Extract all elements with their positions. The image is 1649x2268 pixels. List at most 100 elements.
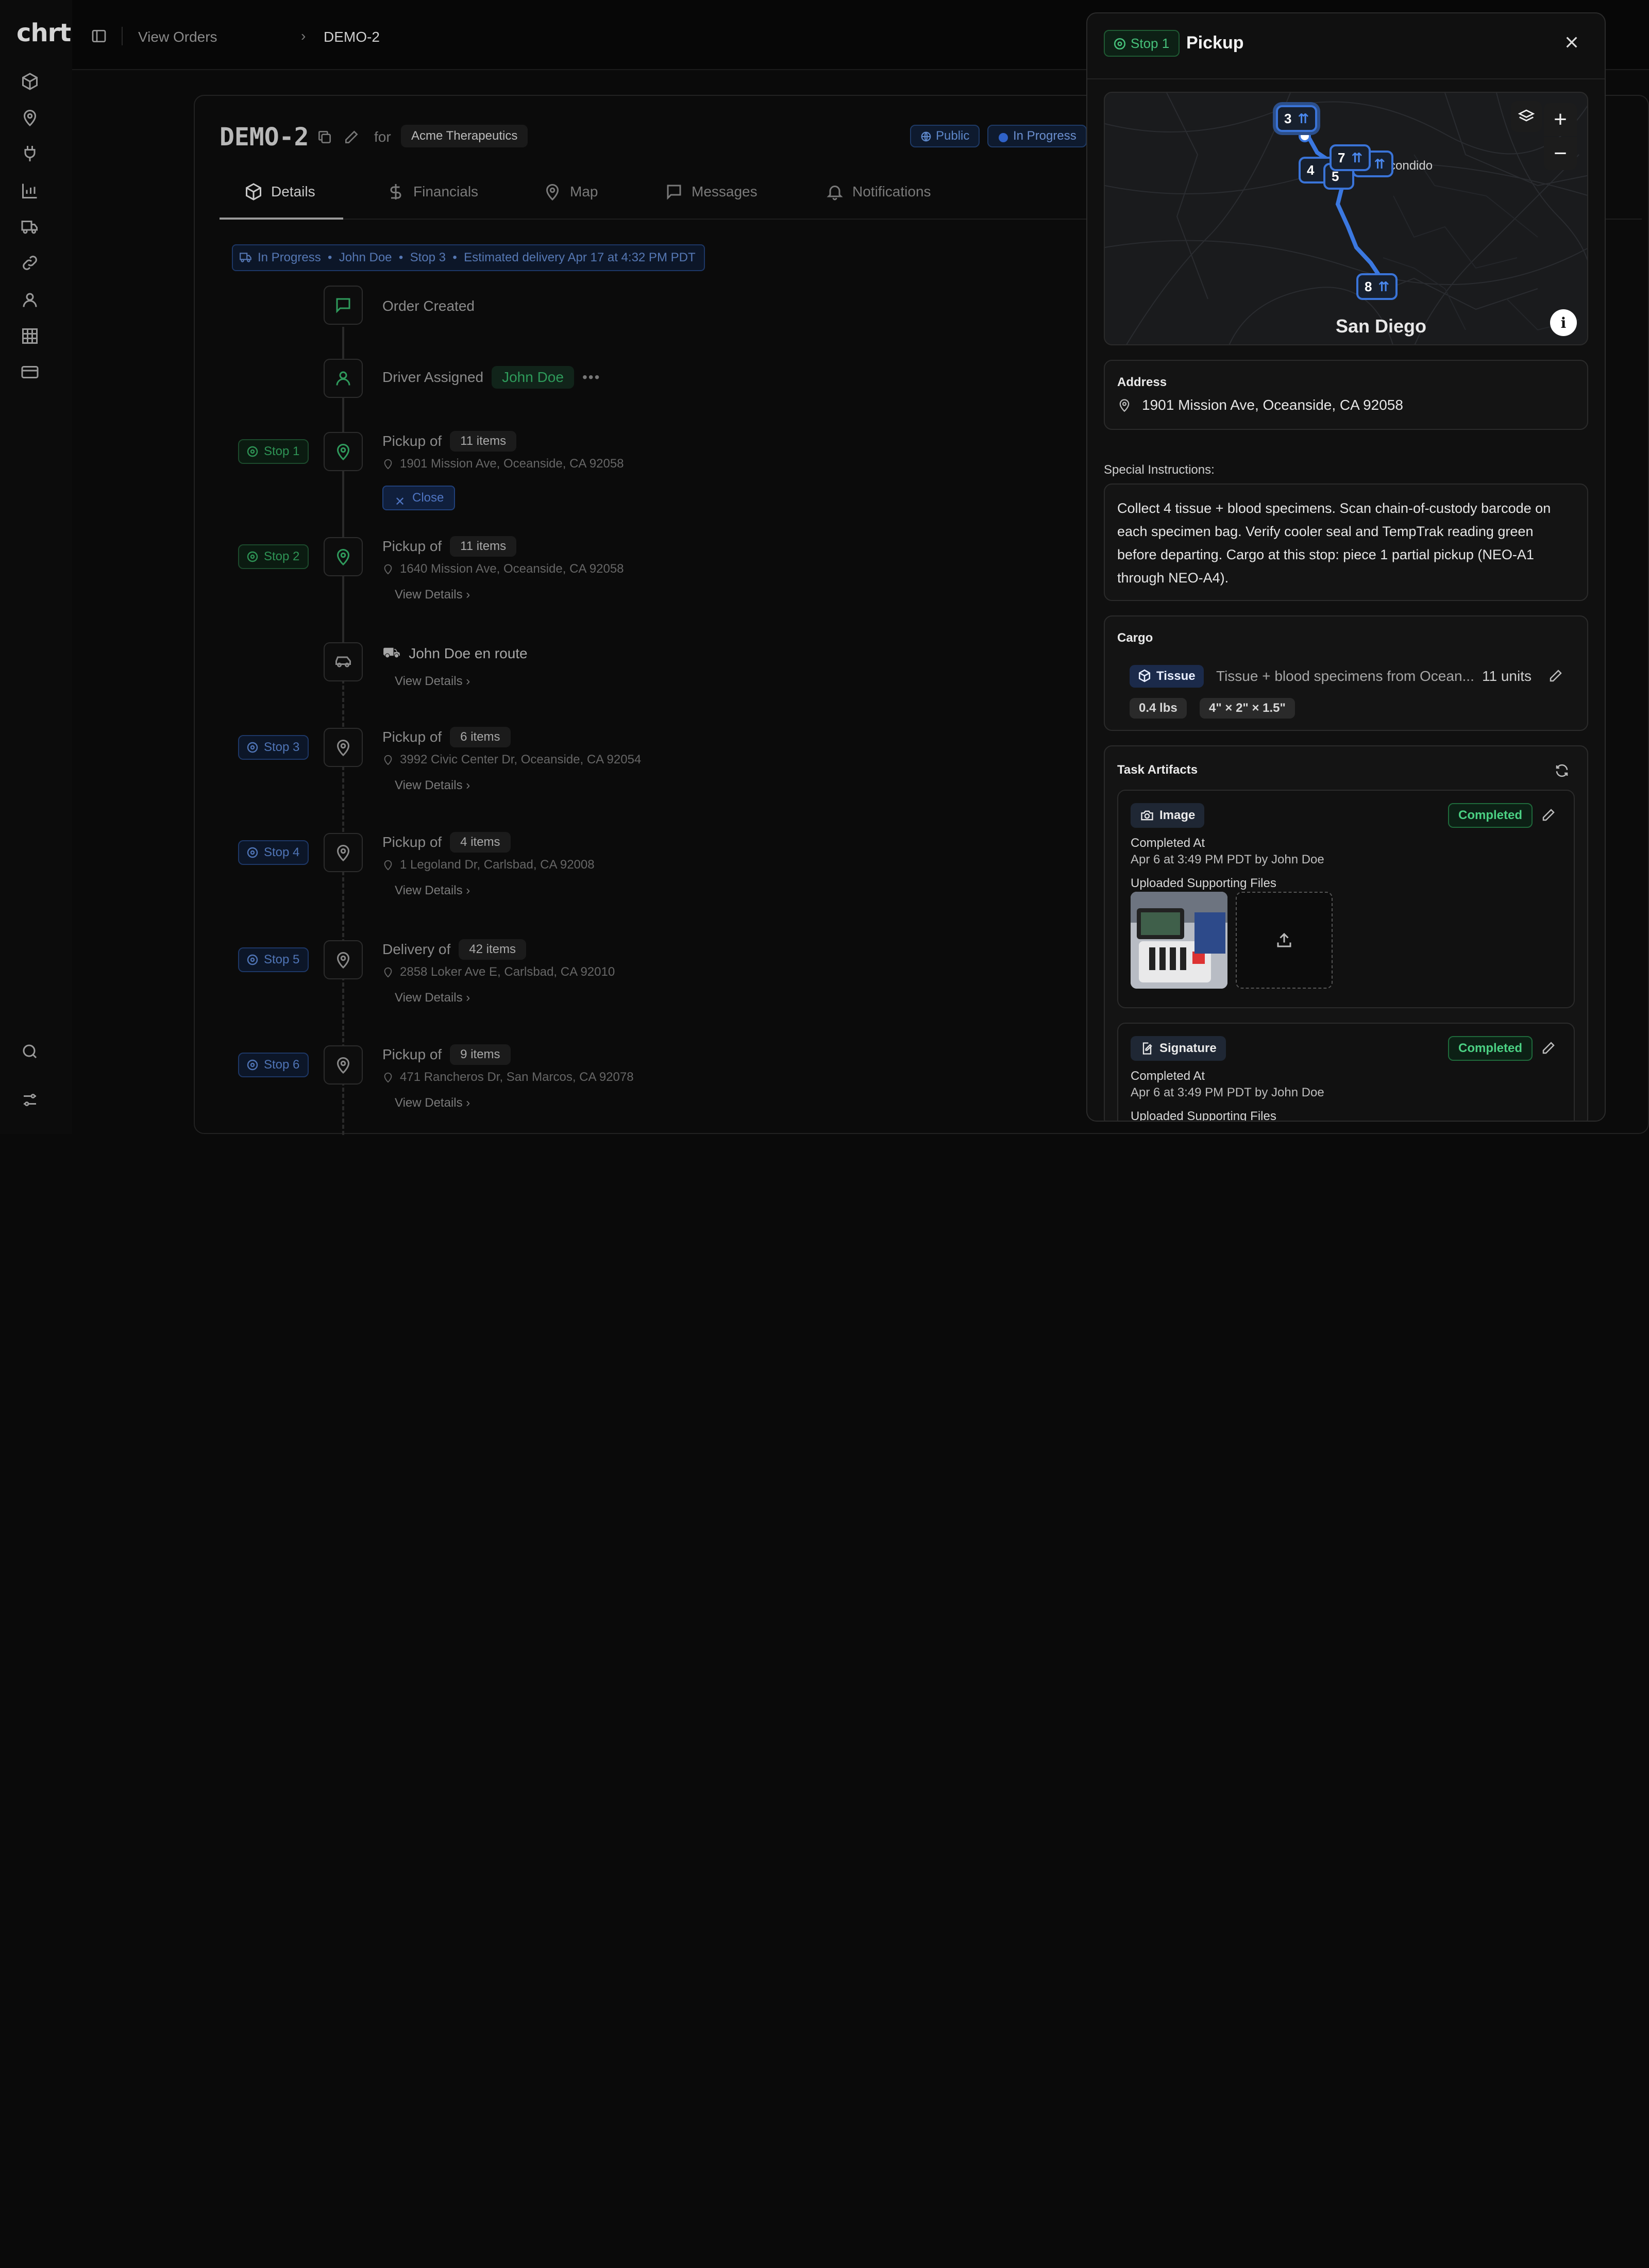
chevron-right-icon: › (466, 1096, 470, 1110)
items-count-badge[interactable]: 4 items (450, 832, 511, 853)
tab-messages[interactable]: Messages (665, 182, 758, 201)
pin-icon (384, 967, 392, 978)
items-count-badge[interactable]: 42 items (459, 939, 526, 960)
view-details-link[interactable]: View Details › (395, 883, 470, 898)
address-value: 1901 Mission Ave, Oceanside, CA 92058 (1117, 397, 1403, 413)
view-details-label: View Details (395, 991, 463, 1005)
edit-pencil-icon[interactable] (1541, 1040, 1556, 1056)
dollar-icon (390, 184, 401, 199)
truck-icon[interactable] (21, 218, 45, 242)
artifact-type-badge: Image (1131, 803, 1205, 828)
location-icon (1119, 399, 1130, 412)
stop-label: Stop 6 (264, 1058, 300, 1072)
pin-icon (384, 860, 392, 871)
close-icon: ✕ (395, 495, 406, 509)
user-icon[interactable] (21, 291, 45, 315)
plug-icon[interactable] (21, 144, 45, 169)
target-icon (247, 742, 258, 753)
stop-action: Pickup of (382, 433, 442, 449)
marker-number: 4 (1307, 162, 1315, 178)
target-icon (247, 954, 258, 965)
tab-financials[interactable]: Financials (386, 182, 478, 201)
zoom-in-icon[interactable]: + (1544, 103, 1577, 136)
location-icon (336, 952, 350, 969)
upload-file-button[interactable] (1236, 892, 1333, 989)
company-badge[interactable]: Acme Therapeutics (401, 125, 528, 147)
refresh-icon[interactable] (1554, 763, 1570, 778)
analytics-icon[interactable] (21, 181, 45, 206)
more-options-icon[interactable]: ••• (582, 369, 600, 386)
address-heading: Address (1117, 375, 1167, 389)
tab-map[interactable]: Map (543, 182, 598, 201)
orders-box-icon[interactable] (21, 72, 45, 97)
settings-sliders-icon[interactable] (21, 1091, 45, 1115)
map-marker[interactable]: 7 ⇈ (1330, 144, 1371, 171)
close-details-button[interactable]: ✕ Close (382, 486, 456, 510)
items-count-badge[interactable]: 9 items (450, 1044, 511, 1065)
card-icon[interactable] (21, 363, 45, 388)
stop-label: Stop 1 (1131, 36, 1170, 51)
target-icon (247, 847, 258, 858)
route-map[interactable]: scondido 4 5 6⇈ 3⇈ 7⇈ 8⇈ San Diego + − i (1104, 92, 1588, 345)
close-icon[interactable] (1563, 34, 1580, 51)
sidebar-toggle-icon[interactable] (91, 28, 107, 44)
left-nav-rail: chrt (0, 0, 72, 1134)
driver-name-badge[interactable]: John Doe (492, 366, 574, 389)
info-icon[interactable]: i (1550, 309, 1577, 336)
map-marker[interactable]: 8 ⇈ (1356, 273, 1398, 300)
layers-icon[interactable] (1511, 101, 1542, 132)
for-label: for (374, 129, 391, 145)
items-count-badge[interactable]: 6 items (450, 727, 511, 747)
edit-pencil-icon[interactable] (1548, 668, 1563, 683)
globe-icon (920, 131, 932, 142)
breadcrumb-view-orders[interactable]: View Orders (138, 29, 217, 45)
status-badge[interactable]: In Progress (987, 125, 1087, 147)
app-logo[interactable]: chrt (16, 19, 71, 47)
tab-details[interactable]: Details (244, 182, 315, 201)
search-icon[interactable] (21, 1042, 45, 1067)
stop-label: Stop 4 (264, 845, 300, 859)
address-text: 3992 Civic Center Dr, Oceanside, CA 9205… (400, 753, 642, 766)
location-icon (336, 740, 350, 757)
edit-pencil-icon[interactable] (343, 129, 360, 145)
items-count-badge[interactable]: 11 items (450, 536, 517, 557)
uploaded-files-label: Uploaded Supporting Files (1131, 1109, 1276, 1122)
edit-pencil-icon[interactable] (1541, 807, 1556, 823)
view-details-link[interactable]: View Details › (395, 588, 470, 602)
link-icon[interactable] (21, 254, 45, 278)
timeline-node (324, 940, 363, 979)
view-details-link[interactable]: View Details › (395, 991, 470, 1005)
box-icon (246, 183, 261, 201)
completed-at-value: Apr 6 at 3:49 PM PDT by John Doe (1131, 853, 1324, 866)
stop-action: Delivery of (382, 941, 451, 957)
uploaded-files-label: Uploaded Supporting Files (1131, 876, 1276, 890)
location-icon[interactable] (21, 108, 45, 133)
address-text: 1901 Mission Ave, Oceanside, CA 92058 (400, 457, 624, 471)
cargo-card: Cargo Tissue Tissue + blood specimens fr… (1104, 615, 1588, 731)
tab-notifications[interactable]: Notifications (826, 182, 931, 201)
view-details-link[interactable]: View Details › (395, 674, 470, 689)
chevron-right-icon: › (466, 674, 470, 688)
car-icon: ⛟ (382, 644, 401, 660)
task-artifacts-heading: Task Artifacts (1117, 763, 1198, 777)
order-created-label: Order Created (382, 298, 475, 314)
map-marker-selected[interactable]: 3 ⇈ (1276, 105, 1318, 132)
view-details-link[interactable]: View Details › (395, 778, 470, 793)
view-details-link[interactable]: View Details › (395, 1096, 470, 1110)
visibility-badge[interactable]: Public (910, 125, 980, 147)
address-text: 471 Rancheros Dr, San Marcos, CA 92078 (400, 1070, 634, 1084)
stop-badge: Stop 4 (238, 840, 309, 865)
copy-icon[interactable] (316, 129, 333, 145)
items-count-badge[interactable]: 11 items (450, 431, 517, 452)
pin-icon (384, 459, 392, 470)
location-icon (336, 1057, 350, 1074)
status-bar-text: In Progress • John Doe • Stop 3 • Estima… (258, 251, 696, 264)
chevron-right-icon: › (301, 28, 306, 44)
uploaded-photo-thumbnail[interactable] (1131, 892, 1227, 989)
completed-at-value: Apr 6 at 3:49 PM PDT by John Doe (1131, 1086, 1324, 1099)
map-city-label: San Diego (1336, 315, 1427, 337)
zoom-out-icon[interactable]: − (1544, 137, 1577, 170)
stop-address: 3992 Civic Center Dr, Oceanside, CA 9205… (382, 753, 641, 767)
table-icon[interactable] (21, 327, 45, 352)
stop-badge: Stop 1 (238, 439, 309, 464)
